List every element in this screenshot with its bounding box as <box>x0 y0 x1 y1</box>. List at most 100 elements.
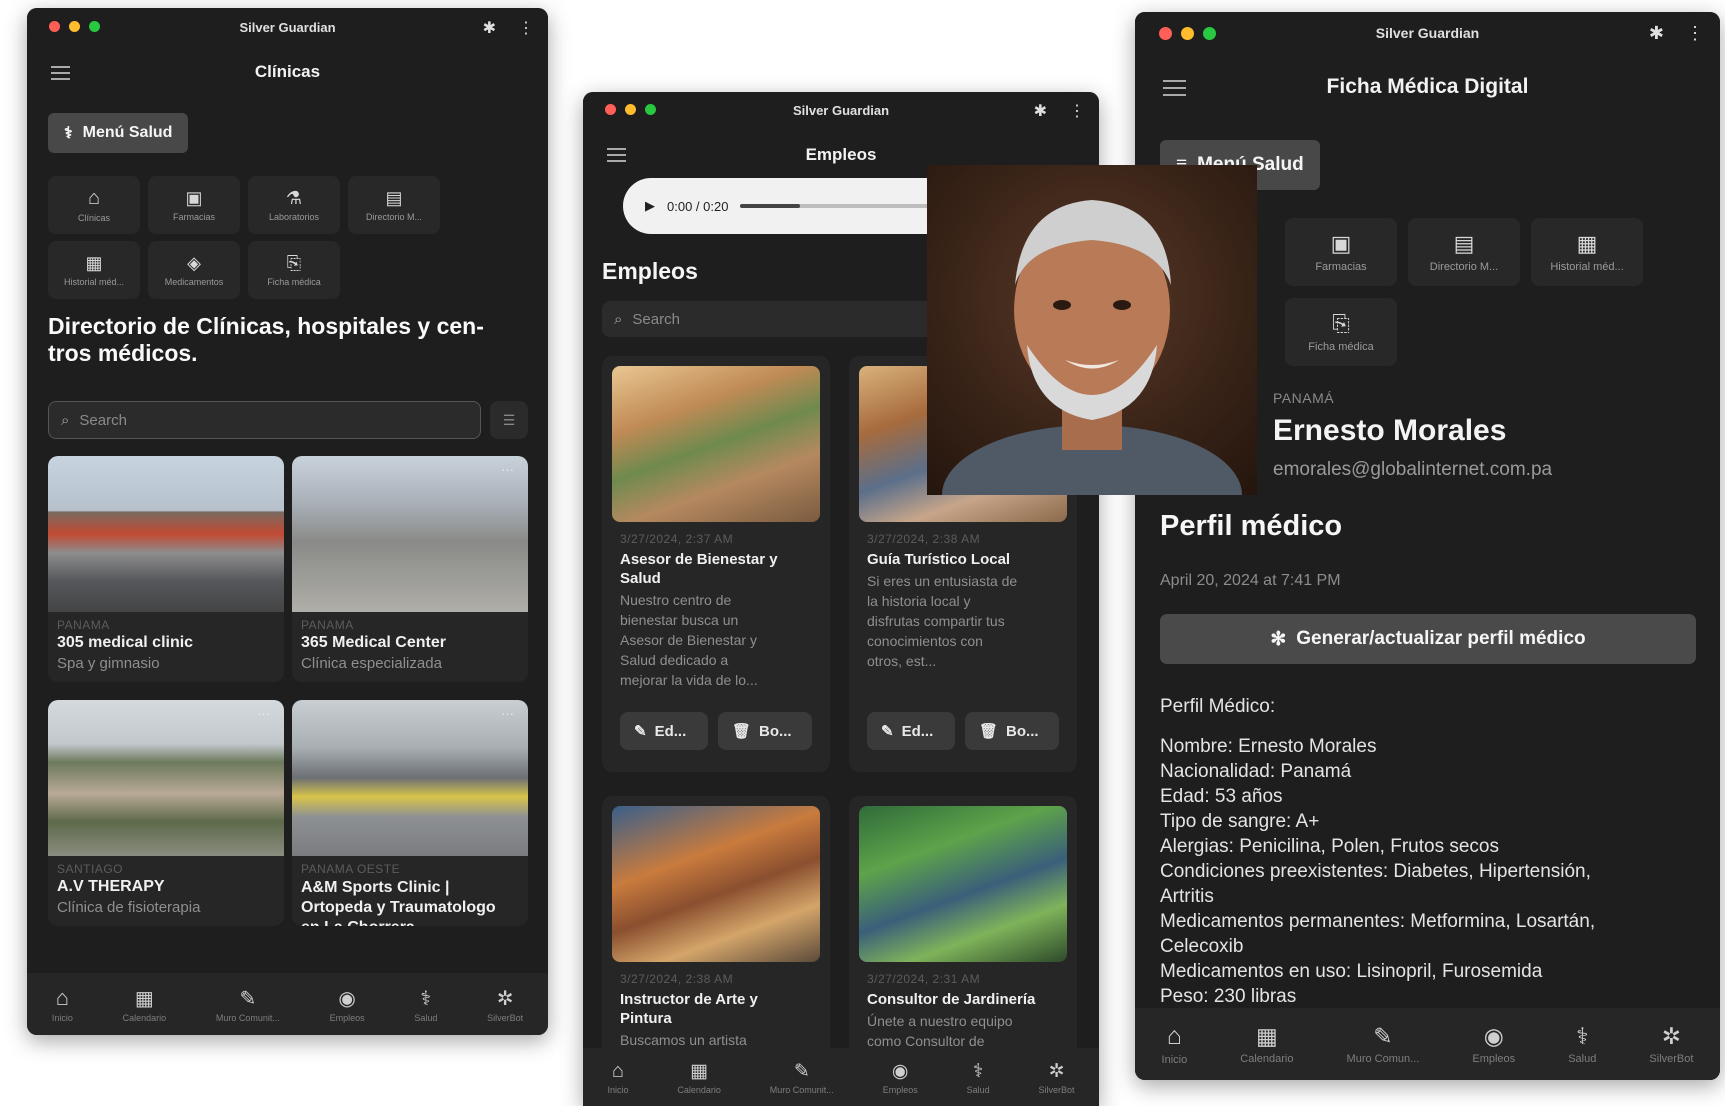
clinic-photo <box>48 700 284 856</box>
audio-progress-fill <box>740 204 801 208</box>
nav-silverbot[interactable]: ✲ SilverBot <box>487 986 523 1023</box>
nav-inicio[interactable]: ⌂ Inicio <box>52 985 73 1023</box>
clinic-card[interactable]: PANAMA 305 medical clinic Spa y gimnasio <box>48 456 284 682</box>
job-date: 3/27/2024, 2:37 AM <box>620 532 734 546</box>
more-icon[interactable]: ··· <box>257 706 270 721</box>
clinic-name: A.V THERAPY <box>57 878 165 895</box>
audio-player[interactable]: ▶ 0:00 / 0:20 <box>623 178 963 234</box>
search-placeholder: Search <box>632 310 680 328</box>
maximize-dot[interactable] <box>1203 27 1216 40</box>
section-heading: Empleos <box>602 258 698 284</box>
caduceus-icon: ⚕ <box>972 1060 984 1082</box>
nav-empleos[interactable]: ◉ Empleos <box>330 986 365 1023</box>
nav-salud[interactable]: ⚕ Salud <box>967 1060 990 1095</box>
maximize-dot[interactable] <box>89 21 100 32</box>
search-input[interactable]: ⌕ Search <box>48 401 481 439</box>
more-icon[interactable]: ··· <box>501 706 514 721</box>
edit-icon: ✎ <box>1373 1023 1393 1049</box>
nav-muro[interactable]: ✎ Muro Comunit... <box>770 1060 834 1095</box>
audio-progress[interactable] <box>740 204 941 208</box>
job-card[interactable]: 3/27/2024, 2:38 AM Instructor de Arte y … <box>602 796 830 1056</box>
job-description: Si eres un entusiasta de la historia loc… <box>867 571 1067 671</box>
tile-farmacias[interactable]: ▣ Farmacias <box>148 176 240 234</box>
pharmacy-icon: ▣ <box>1330 231 1352 256</box>
nav-empleos[interactable]: ◉ Empleos <box>883 1060 918 1095</box>
job-title-line: Instructor de Arte y <box>620 991 758 1008</box>
nav-muro[interactable]: ✎ Muro Comunit... <box>216 986 280 1023</box>
job-date: 3/27/2024, 2:38 AM <box>867 532 981 546</box>
tile-historial[interactable]: ▦ Historial méd... <box>48 241 140 299</box>
close-dot[interactable] <box>1159 27 1172 40</box>
tile-label: Laboratorios <box>268 212 320 222</box>
job-desc-line: la historia local y <box>867 593 971 609</box>
more-icon[interactable]: ⋮ <box>1686 23 1704 44</box>
clinic-card[interactable]: ··· PANAMA 365 Medical Center Clínica es… <box>292 456 528 682</box>
tile-label: Historial méd... <box>1550 261 1624 273</box>
nav-inicio[interactable]: ⌂ Inicio <box>607 1060 628 1095</box>
calendar-icon: ▦ <box>690 1060 709 1082</box>
profile-email: emorales@globalinternet.com.pa <box>1273 459 1553 480</box>
nav-salud[interactable]: ⚕ Salud <box>1568 1023 1596 1065</box>
directory-icon: ▤ <box>1453 231 1475 256</box>
clinic-card[interactable]: ··· PANAMA OESTE A&M Sports Clinic | Ort… <box>292 700 528 926</box>
minimize-dot[interactable] <box>69 21 80 32</box>
nav-label: Inicio <box>607 1084 629 1095</box>
edit-button[interactable]: ✎ Ed... <box>620 712 708 750</box>
tile-medicamentos[interactable]: ◈ Medicamentos <box>148 241 240 299</box>
minimize-dot[interactable] <box>1181 27 1194 40</box>
job-card[interactable]: 3/27/2024, 2:37 AM Asesor de Bienestar y… <box>602 356 830 772</box>
nav-empleos[interactable]: ◉ Empleos <box>1472 1023 1515 1065</box>
history-icon: ▦ <box>1576 231 1598 256</box>
delete-button[interactable]: 🗑 Bo... <box>718 712 812 750</box>
nav-calendario[interactable]: ▦ Calendario <box>1240 1023 1293 1065</box>
profile-line: Nombre: Ernesto Morales <box>1160 736 1377 757</box>
filter-button[interactable]: ☰ <box>490 401 528 439</box>
search-input[interactable]: ⌕ Search <box>602 301 942 337</box>
more-icon[interactable]: ⋮ <box>518 18 534 38</box>
menu-salud-button[interactable]: ⚕ Menú Salud <box>48 113 189 153</box>
more-icon[interactable]: ··· <box>501 462 514 477</box>
tile-farmacias[interactable]: ▣ Farmacias <box>1285 218 1397 286</box>
job-card[interactable]: 3/27/2024, 2:31 AM Consultor de Jardiner… <box>849 796 1077 1056</box>
tile-directorio[interactable]: ▤ Directorio M... <box>348 176 440 234</box>
edit-button[interactable]: ✎ Ed... <box>867 712 955 750</box>
tile-label: Ficha médica <box>1308 341 1374 353</box>
nav-calendario[interactable]: ▦ Calendario <box>677 1060 721 1095</box>
caduceus-icon: ⚕ <box>1576 1023 1589 1049</box>
nav-calendario[interactable]: ▦ Calendario <box>123 986 167 1023</box>
nav-inicio[interactable]: ⌂ Inicio <box>1162 1022 1188 1066</box>
job-title-line: Asesor de Bienestar y <box>620 551 778 568</box>
more-icon[interactable]: ⋮ <box>1069 101 1085 121</box>
filter-icon: ☰ <box>502 411 516 428</box>
nav-label: Muro Comun... <box>1346 1053 1420 1065</box>
close-dot[interactable] <box>49 21 60 32</box>
close-dot[interactable] <box>605 104 616 115</box>
delete-button[interactable]: 🗑 Bo... <box>965 712 1059 750</box>
tile-historial[interactable]: ▦ Historial méd... <box>1531 218 1643 286</box>
play-icon[interactable]: ▶ <box>645 198 655 214</box>
extension-icon[interactable]: ✱ <box>483 18 496 38</box>
job-title-line: Consultor de Jardinería <box>867 991 1036 1008</box>
minimize-dot[interactable] <box>625 104 636 115</box>
nav-salud[interactable]: ⚕ Salud <box>414 986 437 1023</box>
job-desc-line: disfrutas compartir tus <box>867 613 1005 629</box>
maximize-dot[interactable] <box>645 104 656 115</box>
extension-icon[interactable]: ✱ <box>1649 23 1664 44</box>
home-icon: ⌂ <box>1166 1022 1182 1050</box>
generate-profile-button[interactable]: ✻ Generar/actualizar perfil médico <box>1160 614 1696 664</box>
job-desc-line: conocimientos con <box>867 633 983 649</box>
extension-icon[interactable]: ✱ <box>1034 101 1047 121</box>
tile-ficha[interactable]: ⎘ Ficha médica <box>248 241 340 299</box>
tile-label: Farmacias <box>1315 261 1367 273</box>
tile-laboratorios[interactable]: ⚗ Laboratorios <box>248 176 340 234</box>
menu-salud-label: Menú Salud <box>82 124 173 141</box>
tile-label: Directorio M... <box>365 212 422 222</box>
clinic-name-line: Ortopeda y Traumatologo <box>301 899 496 916</box>
nav-silverbot[interactable]: ✲ SilverBot <box>1039 1060 1075 1095</box>
nav-muro[interactable]: ✎ Muro Comun... <box>1347 1023 1420 1065</box>
clinic-card[interactable]: ··· SANTIAGO A.V THERAPY Clínica de fisi… <box>48 700 284 926</box>
tile-ficha[interactable]: ⎘ Ficha médica <box>1285 298 1397 366</box>
tile-clinicas[interactable]: ⌂ Clínicas <box>48 176 140 234</box>
nav-silverbot[interactable]: ✲ SilverBot <box>1649 1023 1693 1065</box>
tile-directorio[interactable]: ▤ Directorio M... <box>1408 218 1520 286</box>
